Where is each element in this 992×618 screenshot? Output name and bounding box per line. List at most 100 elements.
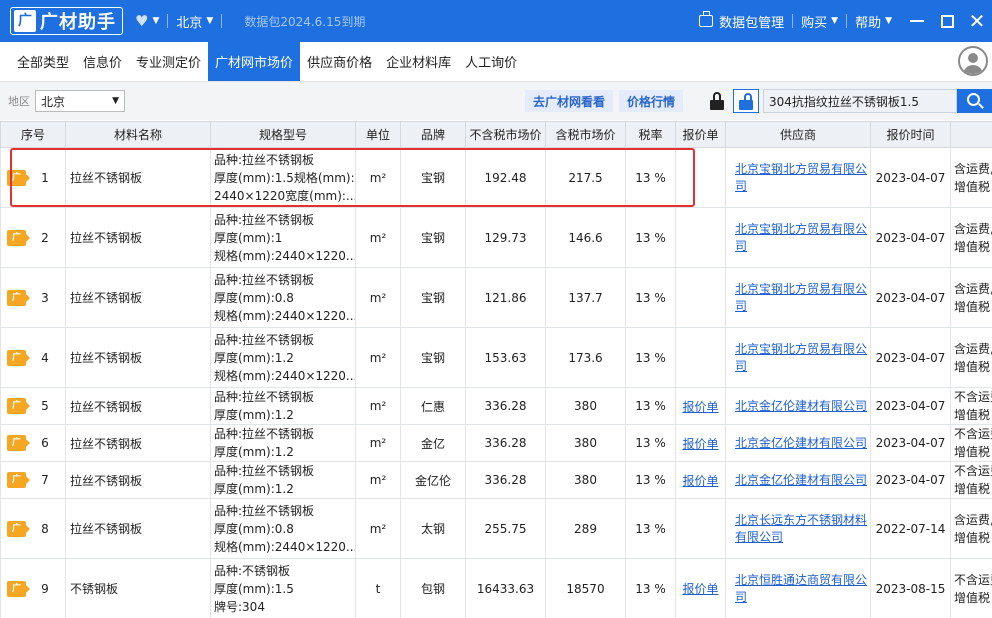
table-row[interactable]: 广 1 拉丝不锈钢板 品种:拉丝不锈钢板 厚度(mm):1.5规格(mm): 2440×1… xyxy=(0,147,992,208)
price-trend-button[interactable]: 价格行情 xyxy=(619,90,683,112)
price-ex-tax-cell: 16433.63 xyxy=(465,558,546,618)
supplier-link[interactable]: 北京宝钢北方贸易有限公司 xyxy=(735,162,867,193)
table-row[interactable]: 广 5 拉丝不锈钢板 品种:拉丝不锈钢板 厚度(mm):1.2 m² 仁惠 336.28 380… xyxy=(0,387,992,425)
maximize-button[interactable] xyxy=(932,0,962,42)
table-row[interactable]: 广 4 拉丝不锈钢板 品种:拉丝不锈钢板 厚度(mm):1.2 规格(mm):2440×1… xyxy=(0,327,992,388)
price-ex-tax-cell: 255.75 xyxy=(465,498,546,559)
supplier-link[interactable]: 北京金亿伦建材有限公司 xyxy=(735,473,867,487)
price-in-tax-cell: 173.6 xyxy=(545,327,626,388)
tab-enterprise-library[interactable]: 企业材料库 xyxy=(379,42,458,81)
supplier-cell[interactable]: 北京金亿伦建材有限公司 xyxy=(725,424,871,462)
table-row[interactable]: 广 8 拉丝不锈钢板 品种:拉丝不锈钢板 厚度(mm):0.8 规格(mm):2440×1… xyxy=(0,498,992,559)
col-brand[interactable]: 品牌 xyxy=(400,121,466,148)
unlock-icon[interactable] xyxy=(733,89,759,113)
title-right-group: 数据包管理 购买 ▼ 帮助 ▼ ✕ xyxy=(699,0,992,42)
supplier-cell[interactable]: 北京金亿伦建材有限公司 xyxy=(725,461,871,499)
buy-menu[interactable]: 购买 ▼ xyxy=(801,12,838,31)
close-button[interactable]: ✕ xyxy=(962,0,992,42)
table-row[interactable]: 广 7 拉丝不锈钢板 品种:拉丝不锈钢板 厚度(mm):1.2 m² 金亿伦 336.28 38… xyxy=(0,461,992,499)
table-row[interactable]: 广 6 拉丝不锈钢板 品种:拉丝不锈钢板 厚度(mm):1.2 m² 金亿 336.28 380… xyxy=(0,424,992,462)
data-package-management-button[interactable]: 数据包管理 xyxy=(699,11,784,31)
supplier-cell[interactable]: 北京金亿伦建材有限公司 xyxy=(725,387,871,425)
supplier-cell[interactable]: 北京长远东方不锈钢材料有限公司 xyxy=(725,498,871,559)
quote-cell[interactable]: 报价单 xyxy=(675,558,726,618)
spec-line: 规格(mm):2440×1220... xyxy=(214,368,355,383)
favorite-heart-icon[interactable]: ♥ xyxy=(135,12,148,30)
tab-market-price[interactable]: 广材网市场价 xyxy=(208,42,301,81)
col-quote[interactable]: 报价单 xyxy=(675,121,726,148)
supplier-cell[interactable]: 北京宝钢北方贸易有限公司 xyxy=(725,147,871,208)
tab-info-price[interactable]: 信息价 xyxy=(76,42,129,81)
unit-cell: m² xyxy=(355,461,401,499)
brand-cell: 金亿伦 xyxy=(400,461,466,499)
quote-cell[interactable]: 报价单 xyxy=(675,424,726,462)
price-in-tax-cell: 18570 xyxy=(545,558,626,618)
user-avatar-icon[interactable] xyxy=(958,46,988,76)
supplier-link[interactable]: 北京金亿伦建材有限公司 xyxy=(735,436,867,450)
supplier-link[interactable]: 北京宝钢北方贸易有限公司 xyxy=(735,282,867,313)
guangcai-tag-icon: 广 xyxy=(7,289,30,306)
area-select[interactable]: 北京 ▼ xyxy=(35,90,125,112)
help-menu[interactable]: 帮助 ▼ xyxy=(855,12,892,31)
unit-cell: m² xyxy=(355,147,401,208)
supplier-link[interactable]: 北京宝钢北方贸易有限公司 xyxy=(735,222,867,253)
col-supplier[interactable]: 供应商 xyxy=(725,121,871,148)
city-selector[interactable]: 北京 xyxy=(176,12,202,31)
quote-link[interactable]: 报价单 xyxy=(682,437,718,451)
price-in-tax-cell: 217.5 xyxy=(545,147,626,208)
chevron-down-icon[interactable]: ▼ xyxy=(152,16,159,26)
quote-date-cell: 2023-04-07 xyxy=(870,327,951,388)
tab-all-types[interactable]: 全部类型 xyxy=(10,42,76,81)
col-price-ex-tax[interactable]: 不含税市场价 xyxy=(465,121,546,148)
col-spec[interactable]: 规格型号 xyxy=(210,121,356,148)
table-row[interactable]: 广 2 拉丝不锈钢板 品种:拉丝不锈钢板 厚度(mm):1 规格(mm):2440×122… xyxy=(0,207,992,268)
seq-cell: 广4 xyxy=(0,327,66,388)
col-material-name[interactable]: 材料名称 xyxy=(65,121,211,148)
table-row[interactable]: 广 9 不锈钢板 品种:不锈钢板 厚度(mm):1.5 牌号:304 t 包钢 16433.63… xyxy=(0,558,992,618)
spec-line: 规格(mm):2440×1220... xyxy=(214,539,355,554)
search-input[interactable] xyxy=(763,89,957,113)
quote-link[interactable]: 报价单 xyxy=(682,582,718,596)
supplier-cell[interactable]: 北京宝钢北方贸易有限公司 xyxy=(725,327,871,388)
minimize-icon xyxy=(910,20,924,22)
tax-rate-cell: 13 % xyxy=(625,461,676,499)
results-table: 序号 材料名称 规格型号 单位 品牌 不含税市场价 含税市场价 税率 报价单 供… xyxy=(0,121,992,618)
close-icon: ✕ xyxy=(968,9,986,33)
spec-line: 品种:拉丝不锈钢板 xyxy=(214,427,315,441)
tab-manual-inquiry[interactable]: 人工询价 xyxy=(458,42,524,81)
col-tax-rate[interactable]: 税率 xyxy=(625,121,676,148)
col-seq[interactable]: 序号 xyxy=(0,121,66,148)
seq-cell: 广5 xyxy=(0,387,66,425)
price-ex-tax-cell: 121.86 xyxy=(465,267,546,328)
table-row[interactable]: 广 3 拉丝不锈钢板 品种:拉丝不锈钢板 厚度(mm):0.8 规格(mm):2440×1… xyxy=(0,267,992,328)
note-line: 不含运费 xyxy=(954,572,992,587)
area-label: 地区 xyxy=(8,95,30,108)
note-line: 增值税 xyxy=(954,239,991,254)
supplier-cell[interactable]: 北京宝钢北方贸易有限公司 xyxy=(725,207,871,268)
supplier-link[interactable]: 北京宝钢北方贸易有限公司 xyxy=(735,342,867,373)
col-price-in-tax[interactable]: 含税市场价 xyxy=(545,121,626,148)
goto-site-button[interactable]: 去广材网看看 xyxy=(525,90,613,112)
supplier-cell[interactable]: 北京宝钢北方贸易有限公司 xyxy=(725,267,871,328)
supplier-cell[interactable]: 北京恒胜通达商贸有限公司 xyxy=(725,558,871,618)
price-in-tax-cell: 380 xyxy=(545,424,626,462)
city-chevron-down-icon[interactable]: ▼ xyxy=(206,16,213,26)
col-unit[interactable]: 单位 xyxy=(355,121,401,148)
supplier-link[interactable]: 北京长远东方不锈钢材料有限公司 xyxy=(735,513,867,544)
price-in-tax-cell: 289 xyxy=(545,498,626,559)
quote-cell[interactable]: 报价单 xyxy=(675,461,726,499)
supplier-link[interactable]: 北京恒胜通达商贸有限公司 xyxy=(735,573,867,604)
tab-professional-price[interactable]: 专业测定价 xyxy=(129,42,208,81)
lock-icon[interactable] xyxy=(710,92,724,110)
quote-cell[interactable]: 报价单 xyxy=(675,387,726,425)
minimize-button[interactable] xyxy=(902,0,932,42)
note-cell: 不含运费增值税 xyxy=(950,461,992,499)
col-quote-date[interactable]: 报价时间 xyxy=(870,121,951,148)
quote-link[interactable]: 报价单 xyxy=(682,474,718,488)
price-in-tax-cell: 137.7 xyxy=(545,267,626,328)
note-cell: 含运费, 增值税 xyxy=(950,267,992,328)
tab-supplier-price[interactable]: 供应商价格 xyxy=(300,42,379,81)
supplier-link[interactable]: 北京金亿伦建材有限公司 xyxy=(735,399,867,413)
search-button[interactable] xyxy=(957,89,992,113)
quote-link[interactable]: 报价单 xyxy=(682,400,718,414)
